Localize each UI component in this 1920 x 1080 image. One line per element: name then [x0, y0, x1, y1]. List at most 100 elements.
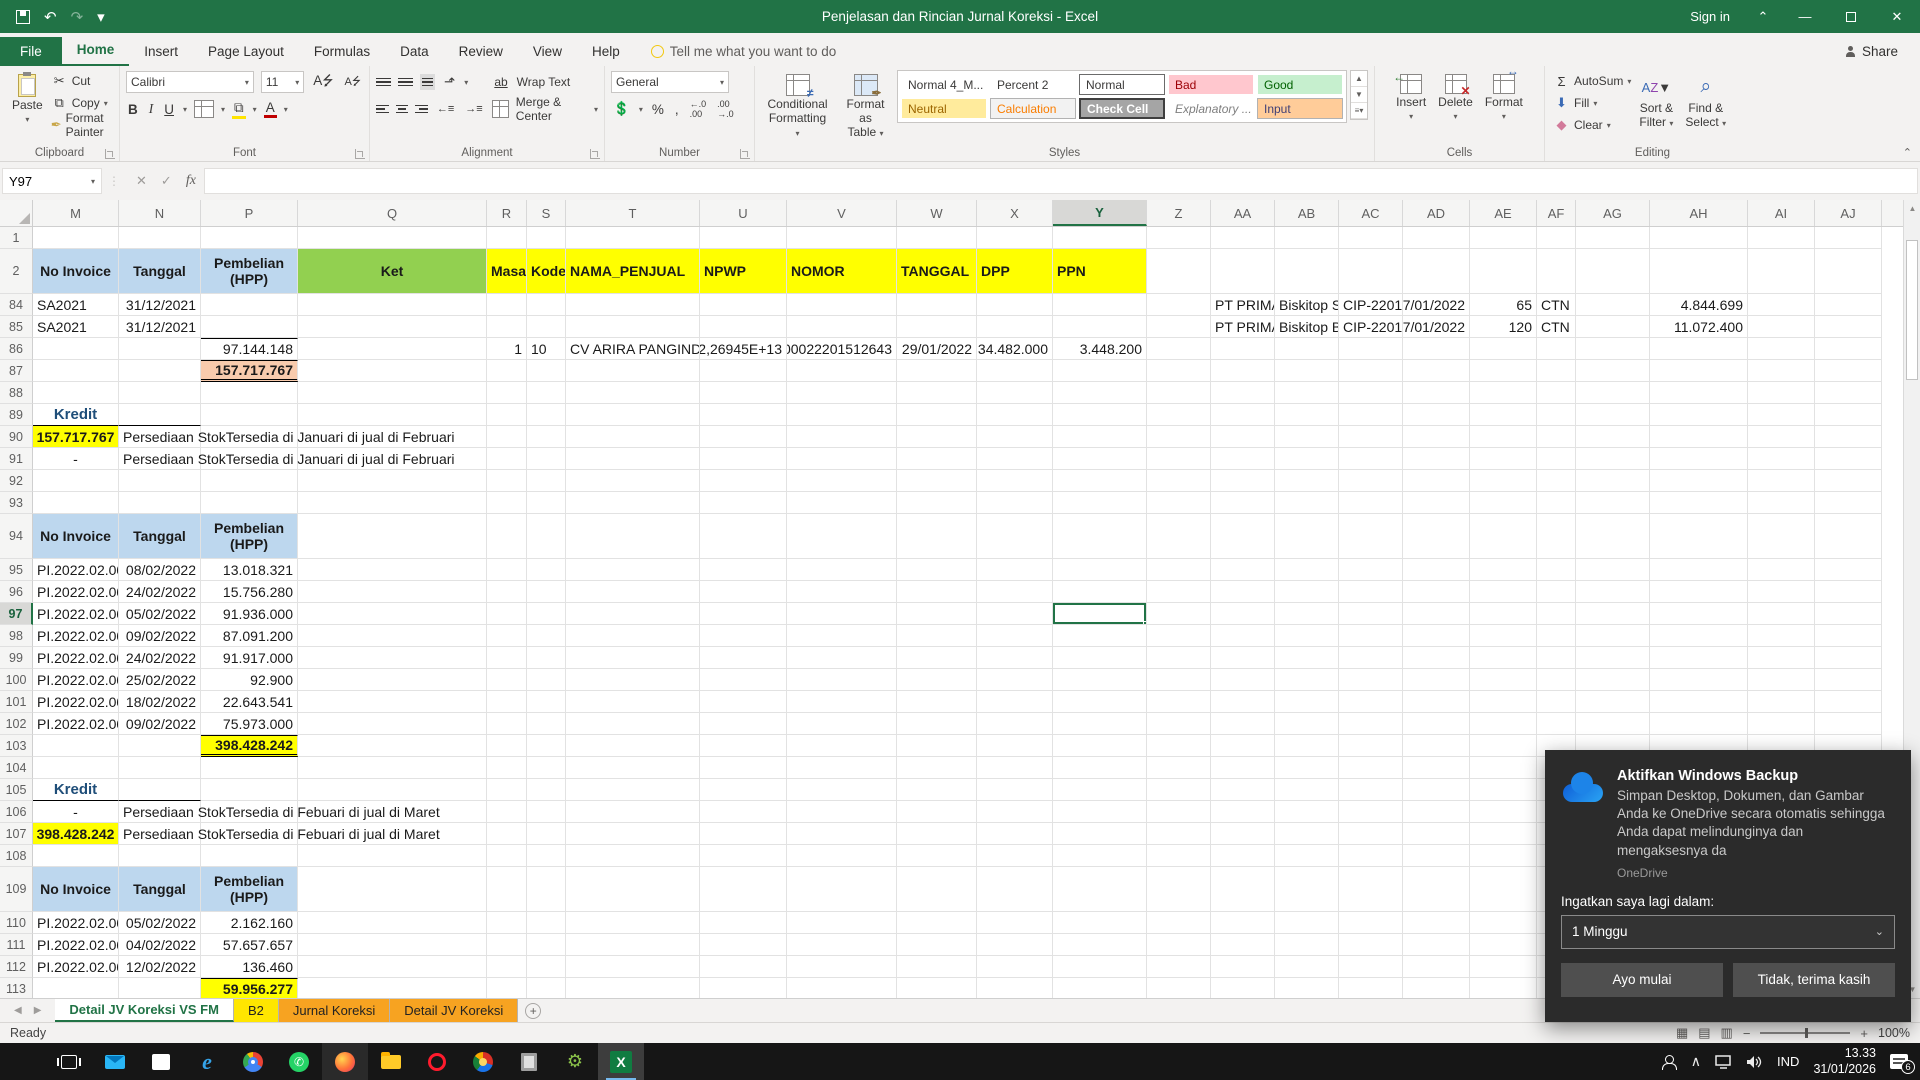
cell-AJ2[interactable]	[1815, 249, 1882, 294]
cell-S99[interactable]	[527, 647, 566, 669]
cell-W96[interactable]	[897, 581, 977, 603]
cell-AD113[interactable]	[1403, 978, 1470, 998]
cell-S1[interactable]	[527, 227, 566, 249]
cell-AB112[interactable]	[1275, 956, 1339, 978]
italic-button[interactable]: I	[147, 101, 156, 117]
cell-R106[interactable]	[487, 801, 527, 823]
cell-P111[interactable]: 57.657.657	[201, 934, 298, 956]
cell-AG2[interactable]	[1576, 249, 1650, 294]
cell-AC107[interactable]	[1339, 823, 1403, 845]
cell-style-normal[interactable]: Normal	[1079, 74, 1165, 95]
cell-Q92[interactable]	[298, 470, 487, 492]
cell-V2[interactable]: NOMOR	[787, 249, 897, 294]
cell-AI94[interactable]	[1748, 514, 1815, 559]
cell-AH94[interactable]	[1650, 514, 1748, 559]
tab-page-layout[interactable]: Page Layout	[193, 37, 299, 66]
cell-AB85[interactable]: Biskitop Bu	[1275, 316, 1339, 338]
cell-Q86[interactable]	[298, 338, 487, 360]
cell-V88[interactable]	[787, 382, 897, 404]
cell-AA103[interactable]	[1211, 735, 1275, 757]
cell-AF86[interactable]	[1537, 338, 1576, 360]
cell-AA100[interactable]	[1211, 669, 1275, 691]
cell-R87[interactable]	[487, 360, 527, 382]
column-header-AJ[interactable]: AJ	[1815, 200, 1882, 226]
tab-review[interactable]: Review	[444, 37, 518, 66]
cell-P108[interactable]	[201, 845, 298, 867]
cell-AE103[interactable]	[1470, 735, 1537, 757]
cell-S96[interactable]	[527, 581, 566, 603]
zoom-level[interactable]: 100%	[1878, 1026, 1910, 1040]
cell-R108[interactable]	[487, 845, 527, 867]
cell-AJ86[interactable]	[1815, 338, 1882, 360]
cell-AF88[interactable]	[1537, 382, 1576, 404]
cell-AG89[interactable]	[1576, 404, 1650, 426]
cell-N86[interactable]	[119, 338, 201, 360]
font-color-icon[interactable]: A	[263, 100, 277, 118]
cell-S85[interactable]	[527, 316, 566, 338]
cell-U111[interactable]	[700, 934, 787, 956]
firefox-taskbar-icon[interactable]	[322, 1043, 368, 1080]
cell-Z93[interactable]	[1147, 492, 1211, 514]
cell-Q89[interactable]	[298, 404, 487, 426]
cell-AB98[interactable]	[1275, 625, 1339, 647]
cell-V111[interactable]	[787, 934, 897, 956]
cell-Z84[interactable]	[1147, 294, 1211, 316]
cell-T94[interactable]	[566, 514, 700, 559]
cell-AE112[interactable]	[1470, 956, 1537, 978]
cell-Y90[interactable]	[1053, 426, 1147, 448]
column-header-U[interactable]: U	[700, 200, 787, 226]
column-header-AG[interactable]: AG	[1576, 200, 1650, 226]
column-header-AC[interactable]: AC	[1339, 200, 1403, 226]
cell-Y111[interactable]	[1053, 934, 1147, 956]
cell-Z89[interactable]	[1147, 404, 1211, 426]
cell-AA113[interactable]	[1211, 978, 1275, 998]
cell-S102[interactable]	[527, 713, 566, 735]
cell-AC106[interactable]	[1339, 801, 1403, 823]
cell-P100[interactable]: 92.900	[201, 669, 298, 691]
cell-AA110[interactable]	[1211, 912, 1275, 934]
cell-AB88[interactable]	[1275, 382, 1339, 404]
cell-U94[interactable]	[700, 514, 787, 559]
cell-AB107[interactable]	[1275, 823, 1339, 845]
sign-in-button[interactable]: Sign in	[1676, 9, 1744, 24]
cell-N104[interactable]	[119, 757, 201, 779]
cell-AF87[interactable]	[1537, 360, 1576, 382]
cell-N87[interactable]	[119, 360, 201, 382]
cell-AF100[interactable]	[1537, 669, 1576, 691]
excel-taskbar-icon[interactable]: X	[598, 1043, 644, 1080]
cell-W87[interactable]	[897, 360, 977, 382]
cell-Q103[interactable]	[298, 735, 487, 757]
cell-AD95[interactable]	[1403, 559, 1470, 581]
cell-Y97[interactable]	[1053, 603, 1147, 625]
cell-AE88[interactable]	[1470, 382, 1537, 404]
cell-P88[interactable]	[201, 382, 298, 404]
cell-AB86[interactable]	[1275, 338, 1339, 360]
cell-AG98[interactable]	[1576, 625, 1650, 647]
cell-AG91[interactable]	[1576, 448, 1650, 470]
cell-N113[interactable]	[119, 978, 201, 998]
align-left-icon[interactable]	[376, 103, 389, 116]
cell-X105[interactable]	[977, 779, 1053, 801]
cell-AH98[interactable]	[1650, 625, 1748, 647]
cell-AA89[interactable]	[1211, 404, 1275, 426]
start-button[interactable]	[0, 1043, 46, 1080]
cell-T100[interactable]	[566, 669, 700, 691]
cell-AC89[interactable]	[1339, 404, 1403, 426]
cell-style-neutral[interactable]: Neutral	[901, 98, 987, 119]
cell-P95[interactable]: 13.018.321	[201, 559, 298, 581]
cell-AJ87[interactable]	[1815, 360, 1882, 382]
cell-M86[interactable]	[33, 338, 119, 360]
cell-AE87[interactable]	[1470, 360, 1537, 382]
tell-me-box[interactable]: Tell me what you want to do	[650, 44, 836, 66]
cell-M113[interactable]	[33, 978, 119, 998]
cell-T92[interactable]	[566, 470, 700, 492]
fill-color-icon[interactable]: ⧉	[232, 100, 246, 119]
cell-U97[interactable]	[700, 603, 787, 625]
cell-V107[interactable]	[787, 823, 897, 845]
cell-M96[interactable]: PI.2022.02.00043	[33, 581, 119, 603]
cell-S105[interactable]	[527, 779, 566, 801]
page-layout-view-icon[interactable]: ▤	[1698, 1025, 1710, 1041]
cell-V96[interactable]	[787, 581, 897, 603]
cell-V91[interactable]	[787, 448, 897, 470]
cell-N100[interactable]: 25/02/2022	[119, 669, 201, 691]
